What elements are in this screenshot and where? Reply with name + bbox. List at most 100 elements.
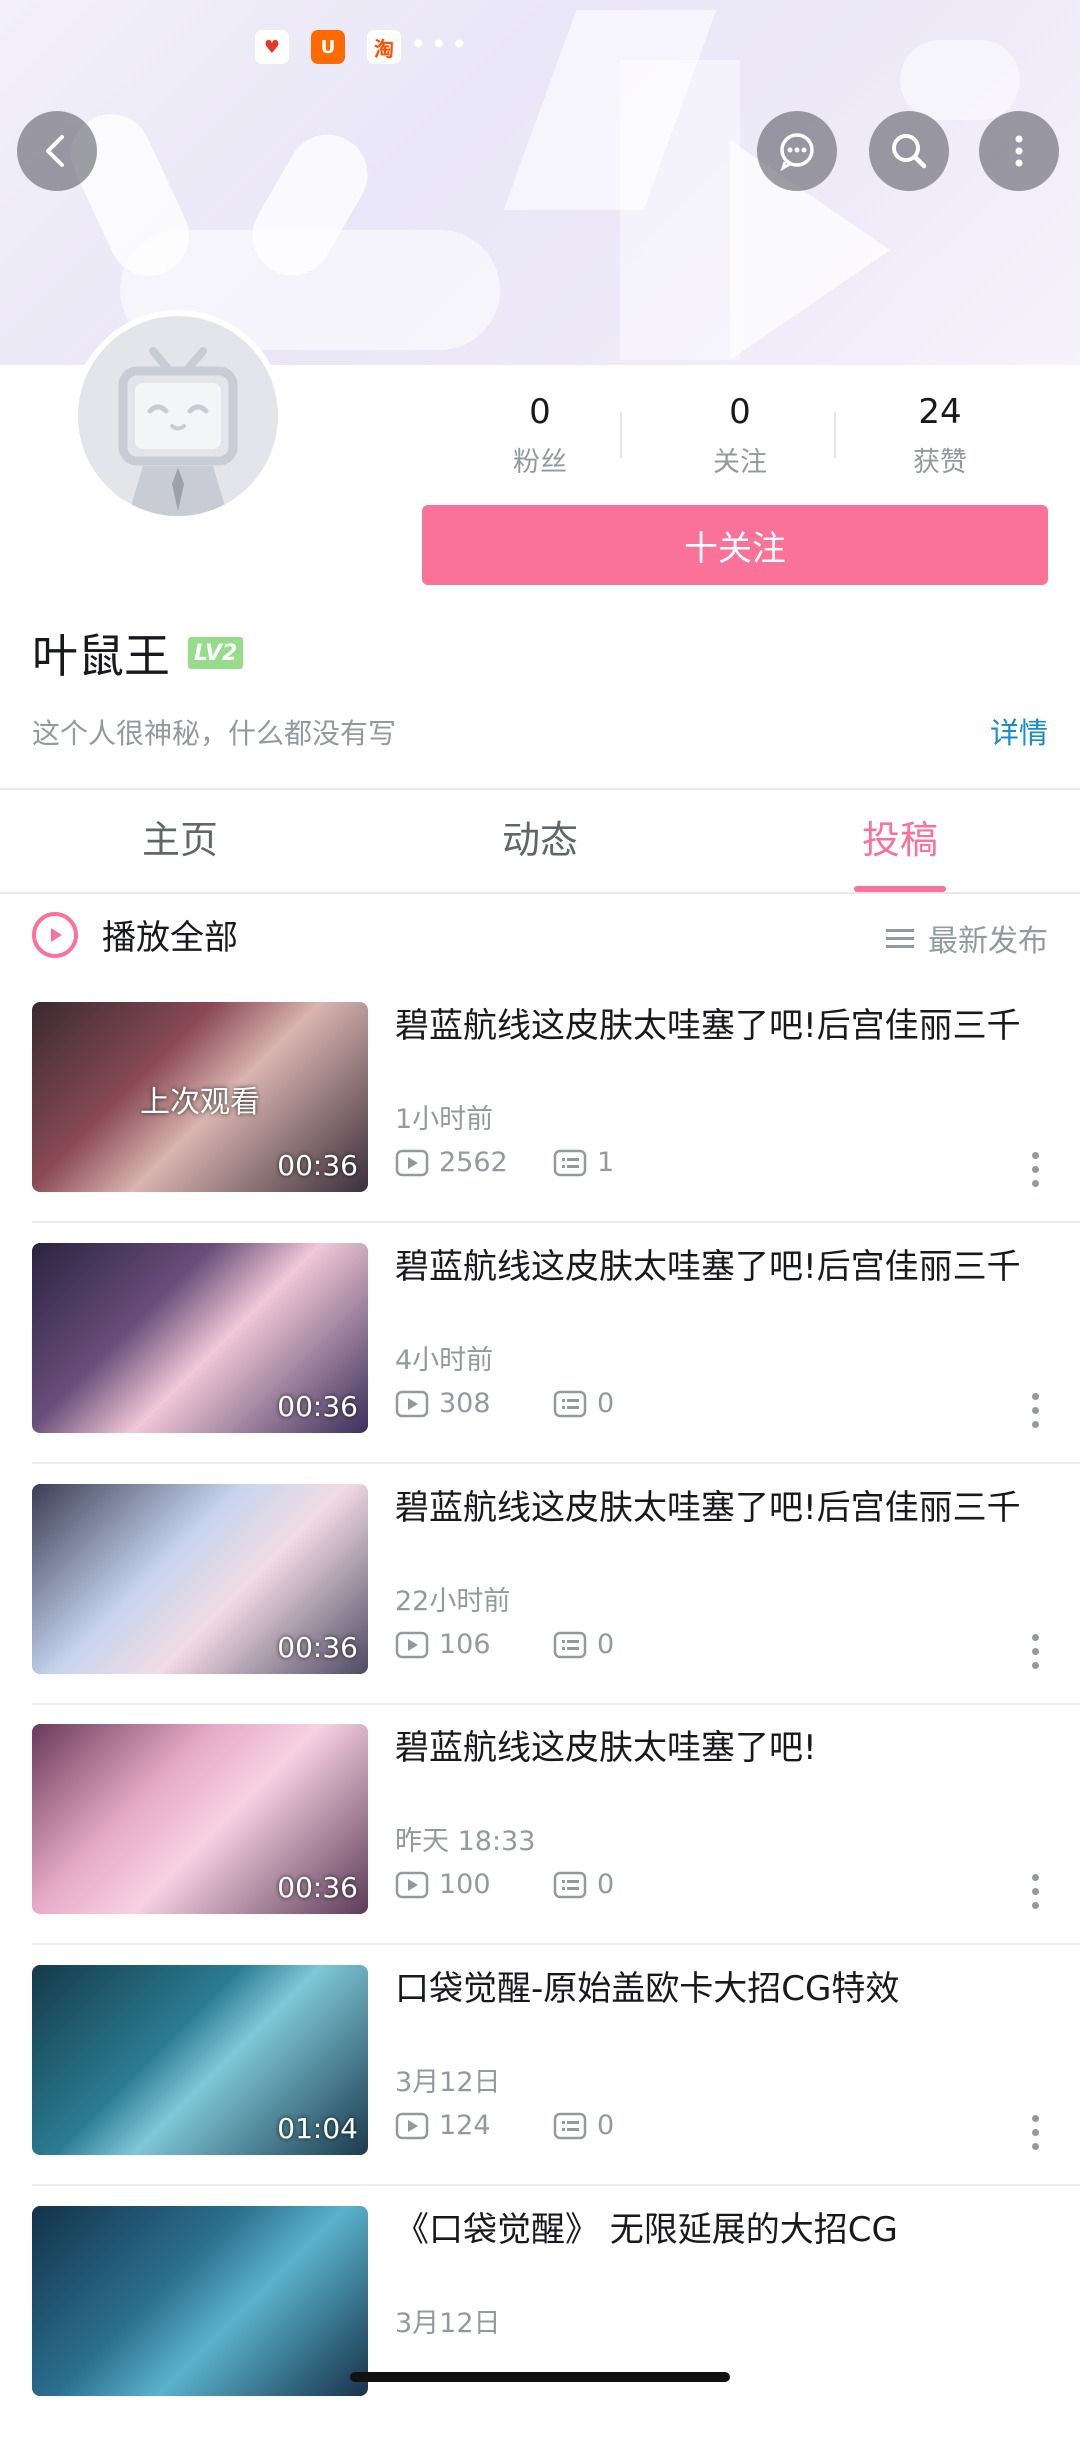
tab-label: 投稿 <box>861 818 938 862</box>
video-time: 昨天 18:33 <box>395 1826 536 1857</box>
tab-label: 动态 <box>501 818 578 862</box>
video-meta: 100 0 <box>395 1869 614 1900</box>
video-divider <box>32 1462 1080 1464</box>
video-divider <box>32 1221 1080 1223</box>
tab-home[interactable]: 主页 <box>0 790 360 892</box>
video-item[interactable]: 00:36 碧蓝航线这皮肤太哇塞了吧!后宫佳丽三千 4小时前 308 0 <box>0 1243 1080 1483</box>
video-divider <box>32 1703 1080 1705</box>
stat-value: 0 <box>529 392 551 432</box>
video-duration: 01:04 <box>277 2112 358 2145</box>
video-thumbnail[interactable]: 上次观看 00:36 <box>32 1002 368 1192</box>
video-thumbnail[interactable]: 01:04 <box>32 1965 368 2155</box>
comment-count: 0 <box>597 1629 615 1660</box>
play-all-button[interactable]: 播放全部 <box>32 910 238 959</box>
video-title[interactable]: 碧蓝航线这皮肤太哇塞了吧!后宫佳丽三千 <box>395 1002 1045 1050</box>
chevron-left-icon <box>46 135 64 167</box>
video-title[interactable]: 碧蓝航线这皮肤太哇塞了吧!后宫佳丽三千 <box>395 1484 1045 1532</box>
more-options-icon[interactable] <box>1032 1874 1042 1909</box>
play-count-icon <box>395 2112 429 2139</box>
more-options-icon[interactable] <box>1032 1393 1042 1428</box>
video-item[interactable]: 《口袋觉醒》 无限延展的大招CG 3月12日 <box>0 2206 1080 2446</box>
video-divider <box>32 1943 1080 1945</box>
video-item[interactable]: 01:04 口袋觉醒-原始盖欧卡大招CG特效 3月12日 124 0 <box>0 1965 1080 2205</box>
play-all-label: 播放全部 <box>102 918 238 958</box>
video-duration: 00:36 <box>277 1149 358 1182</box>
comment-count: 0 <box>597 2110 615 2141</box>
video-thumbnail[interactable]: 00:36 <box>32 1243 368 1433</box>
more-options-icon[interactable] <box>1032 1634 1042 1669</box>
comment-count-icon <box>553 1871 587 1898</box>
search-icon <box>892 134 927 169</box>
stat-value: 0 <box>729 392 751 432</box>
stat-label: 粉丝 <box>513 447 567 478</box>
username: 叶鼠王 <box>32 629 170 683</box>
video-title[interactable]: 碧蓝航线这皮肤太哇塞了吧!后宫佳丽三千 <box>395 1243 1045 1291</box>
status-bar-icons: ♥ U 淘 <box>255 30 401 64</box>
comment-count: 1 <box>597 1147 615 1178</box>
comment-count-icon <box>553 1631 587 1658</box>
comment-count-icon <box>553 1149 587 1176</box>
search-button[interactable] <box>869 111 949 191</box>
taobao-notification-icon: 淘 <box>367 30 401 64</box>
video-divider <box>32 2184 1080 2186</box>
video-thumbnail[interactable] <box>32 2206 368 2396</box>
video-title[interactable]: 口袋觉醒-原始盖欧卡大招CG特效 <box>395 1965 1045 2013</box>
video-title[interactable]: 碧蓝航线这皮肤太哇塞了吧! <box>395 1724 1045 1772</box>
play-count-icon <box>395 1149 429 1176</box>
home-indicator[interactable] <box>350 2372 730 2382</box>
play-count-icon <box>395 1631 429 1658</box>
view-count: 2562 <box>439 1147 508 1178</box>
more-button[interactable] <box>979 111 1059 191</box>
view-count: 100 <box>439 1869 491 1900</box>
last-watched-label: 上次观看 <box>140 1085 260 1120</box>
video-meta: 2562 1 <box>395 1147 614 1178</box>
back-button[interactable] <box>17 111 97 191</box>
video-item[interactable]: 上次观看 00:36 碧蓝航线这皮肤太哇塞了吧!后宫佳丽三千 1小时前 2562 1 <box>0 1002 1080 1242</box>
video-thumbnail[interactable]: 00:36 <box>32 1484 368 1674</box>
divider <box>0 892 1080 894</box>
tab-uploads[interactable]: 投稿 <box>720 790 1080 892</box>
comment-count: 0 <box>597 1388 615 1419</box>
follow-button[interactable]: 十关注 <box>422 505 1048 585</box>
detail-link[interactable]: 详情 <box>990 710 1048 752</box>
video-item[interactable]: 00:36 碧蓝航线这皮肤太哇塞了吧!后宫佳丽三千 22小时前 106 0 <box>0 1484 1080 1724</box>
shop-notification-icon: U <box>311 30 345 64</box>
video-title[interactable]: 《口袋觉醒》 无限延展的大招CG <box>395 2206 1045 2254</box>
video-thumbnail[interactable]: 00:36 <box>32 1724 368 1914</box>
tab-label: 主页 <box>141 818 218 862</box>
view-count: 124 <box>439 2110 491 2141</box>
video-meta: 308 0 <box>395 1388 614 1419</box>
video-time: 1小时前 <box>395 1104 494 1135</box>
video-time: 22小时前 <box>395 1586 511 1617</box>
video-item[interactable]: 00:36 碧蓝航线这皮肤太哇塞了吧! 昨天 18:33 100 0 <box>0 1724 1080 1964</box>
comment-count-icon <box>553 2112 587 2139</box>
comment-count-icon <box>553 1390 587 1417</box>
video-duration: 00:36 <box>277 1390 358 1423</box>
more-options-icon[interactable] <box>1032 2115 1042 2150</box>
stat-likes[interactable]: 24 获赞 <box>840 390 1040 480</box>
level-badge: LV2 <box>188 637 244 669</box>
stat-fans[interactable]: 0 粉丝 <box>440 390 640 480</box>
stat-following[interactable]: 0 关注 <box>640 390 840 480</box>
tab-dynamics[interactable]: 动态 <box>360 790 720 892</box>
video-meta: 106 0 <box>395 1629 614 1660</box>
message-icon <box>780 133 814 172</box>
more-vertical-icon <box>1015 135 1023 167</box>
play-count-icon <box>395 1871 429 1898</box>
message-button[interactable] <box>757 111 837 191</box>
bio-text: 这个人很神秘，什么都没有写 <box>32 717 397 750</box>
tv-mascot-icon <box>118 347 238 516</box>
view-count: 308 <box>439 1388 491 1419</box>
play-count-icon <box>395 1390 429 1417</box>
comment-count: 0 <box>597 1869 615 1900</box>
more-options-icon[interactable] <box>1032 1152 1042 1187</box>
video-time: 3月12日 <box>395 2067 501 2098</box>
avatar[interactable] <box>72 310 284 522</box>
sort-button[interactable]: 最新发布 <box>886 916 1048 960</box>
app-notification-icon: ♥ <box>255 30 289 64</box>
name-row: 叶鼠王 LV2 <box>32 620 244 686</box>
stat-value: 24 <box>918 392 962 432</box>
video-meta: 124 0 <box>395 2110 614 2141</box>
status-bar-more-icon: ••• <box>410 28 472 61</box>
stat-divider <box>834 412 836 458</box>
